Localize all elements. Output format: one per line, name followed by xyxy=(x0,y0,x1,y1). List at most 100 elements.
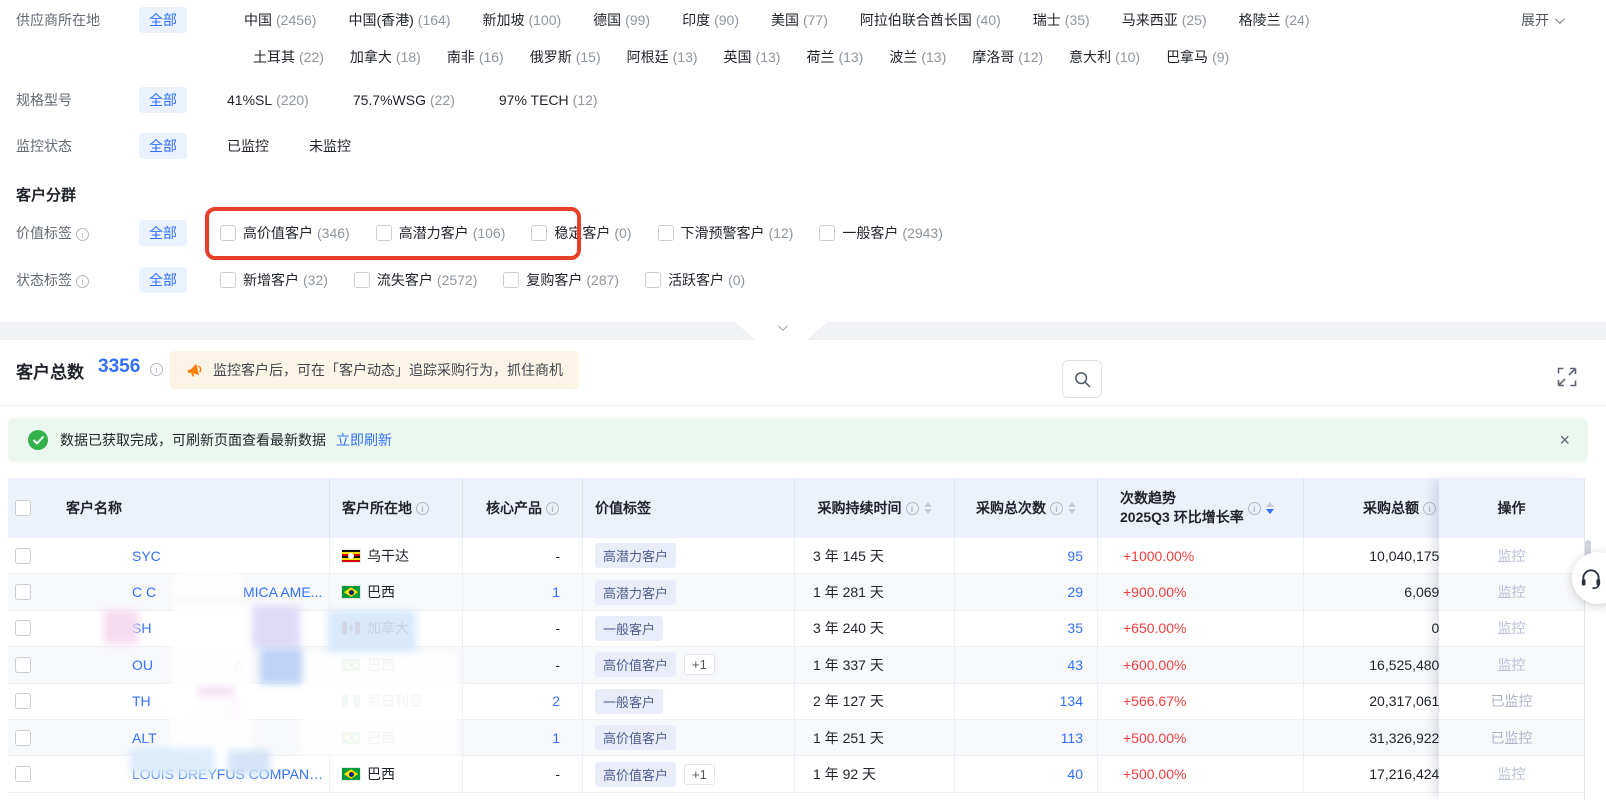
row-checkbox[interactable] xyxy=(15,620,31,636)
filter-option[interactable]: 荷兰(13) xyxy=(806,47,863,67)
filter-option[interactable]: 75.7%WSG(22) xyxy=(353,92,455,108)
row-checkbox[interactable] xyxy=(15,766,31,782)
row-checkbox[interactable] xyxy=(15,657,31,673)
core-products-link[interactable]: 1 xyxy=(462,720,582,755)
purchase-count-link[interactable]: 113 xyxy=(954,720,1097,755)
checkbox[interactable] xyxy=(376,225,392,241)
filter-option[interactable]: 意大利(10) xyxy=(1069,47,1140,67)
filter-option[interactable]: 97% TECH(12) xyxy=(499,92,598,108)
info-icon[interactable] xyxy=(1248,502,1261,515)
col-header-value-tag[interactable]: 价值标签 xyxy=(582,478,794,538)
row-checkbox[interactable] xyxy=(15,584,31,600)
tag-filter-option[interactable]: 流失客户(2572) xyxy=(354,270,477,290)
filter-option[interactable]: 英国(13) xyxy=(724,47,781,67)
search-button[interactable] xyxy=(1062,360,1102,398)
sort-icon-active[interactable] xyxy=(1266,502,1274,514)
purchase-count-link[interactable]: 134 xyxy=(954,684,1097,719)
col-header-name[interactable]: 客户名称 xyxy=(44,478,329,538)
col-header-trend[interactable]: 次数趋势2025Q3 环比增长率 xyxy=(1097,478,1303,538)
filter-option[interactable]: 新加坡(100) xyxy=(482,10,561,30)
fullscreen-icon[interactable] xyxy=(1556,366,1580,390)
monitor-button[interactable]: 监控 xyxy=(1498,764,1526,784)
tag-filter-option[interactable]: 下滑预警客户(12) xyxy=(658,223,794,243)
col-header-location[interactable]: 客户所在地 xyxy=(329,478,462,538)
filter-all-chip[interactable]: 全部 xyxy=(139,87,187,113)
refresh-now-link[interactable]: 立即刷新 xyxy=(336,430,392,450)
checkbox[interactable] xyxy=(503,272,519,288)
filter-option[interactable]: 印度(90) xyxy=(682,10,739,30)
info-icon[interactable] xyxy=(416,502,429,515)
customer-name-link[interactable]: SYC xyxy=(132,548,161,564)
tag-filter-option[interactable]: 新增客户(32) xyxy=(220,270,328,290)
info-icon[interactable] xyxy=(906,502,919,515)
checkbox[interactable] xyxy=(658,225,674,241)
monitor-button[interactable]: 监控 xyxy=(1498,618,1526,638)
col-header-core[interactable]: 核心产品 xyxy=(462,478,582,538)
customer-name-link[interactable]: ALT xyxy=(132,730,157,746)
expand-filters-button[interactable]: 展开 xyxy=(1521,10,1562,30)
filter-option[interactable]: 俄罗斯(15) xyxy=(530,47,601,67)
row-checkbox[interactable] xyxy=(15,693,31,709)
monitor-button[interactable]: 监控 xyxy=(1498,546,1526,566)
col-header-duration[interactable]: 采购持续时间 xyxy=(794,478,954,538)
filter-option[interactable]: 加拿大(18) xyxy=(350,47,421,67)
info-icon[interactable] xyxy=(1423,502,1436,515)
filter-option[interactable]: 波兰(13) xyxy=(889,47,946,67)
more-tags-chip[interactable]: +1 xyxy=(684,764,715,785)
tag-filter-option[interactable]: 稳定客户(0) xyxy=(531,223,631,243)
filter-option[interactable]: 41%SL(220) xyxy=(227,92,309,108)
purchase-count-link[interactable]: 35 xyxy=(954,611,1097,646)
filter-all-chip[interactable]: 全部 xyxy=(139,220,187,246)
purchase-count-link[interactable]: 95 xyxy=(954,538,1097,573)
info-icon[interactable] xyxy=(546,502,559,515)
select-all-checkbox[interactable] xyxy=(15,500,31,516)
sort-icon[interactable] xyxy=(924,502,932,514)
filter-option[interactable]: 瑞士(35) xyxy=(1033,10,1090,30)
filter-option[interactable]: 中国(香港)(164) xyxy=(348,10,450,30)
filter-all-chip[interactable]: 全部 xyxy=(139,267,187,293)
filter-option[interactable]: 未监控 xyxy=(309,136,351,156)
customer-name-link[interactable]: A xyxy=(234,657,243,673)
customer-name-link[interactable]: SH xyxy=(132,620,151,636)
info-icon[interactable] xyxy=(76,228,89,241)
info-icon[interactable] xyxy=(76,275,89,288)
checkbox[interactable] xyxy=(354,272,370,288)
core-products-link[interactable]: 2 xyxy=(462,684,582,719)
info-icon[interactable] xyxy=(1050,502,1063,515)
customer-name-link[interactable]: C C xyxy=(132,584,156,600)
monitor-button[interactable]: 监控 xyxy=(1498,655,1526,675)
tag-filter-option[interactable]: 一般客户(2943) xyxy=(819,223,942,243)
filter-all-chip[interactable]: 全部 xyxy=(139,133,187,159)
col-header-count[interactable]: 采购总次数 xyxy=(954,478,1097,538)
filter-option[interactable]: 土耳其(22) xyxy=(253,47,324,67)
info-icon[interactable] xyxy=(150,363,163,376)
customer-name-link[interactable]: LOUIS DREYFUS COMPANY BRASIL... xyxy=(132,766,329,782)
filter-option[interactable]: 巴拿马(9) xyxy=(1166,47,1229,67)
purchase-count-link[interactable]: 40 xyxy=(954,756,1097,791)
filter-all-chip[interactable]: 全部 xyxy=(139,7,187,33)
purchase-count-link[interactable]: 29 xyxy=(954,574,1097,609)
filter-option[interactable]: 马来西亚(25) xyxy=(1122,10,1207,30)
more-tags-chip[interactable]: +1 xyxy=(684,654,715,675)
filter-option[interactable]: 阿拉伯联合酋长国(40) xyxy=(860,10,1001,30)
core-products-link[interactable]: 1 xyxy=(462,574,582,609)
checkbox[interactable] xyxy=(220,272,236,288)
tag-filter-option[interactable]: 高潜力客户(106) xyxy=(376,223,506,243)
sort-icon[interactable] xyxy=(1068,502,1076,514)
filter-option[interactable]: 已监控 xyxy=(227,136,269,156)
collapse-filters-tab[interactable] xyxy=(735,322,827,340)
row-checkbox[interactable] xyxy=(15,730,31,746)
tag-filter-option[interactable]: 活跃客户(0) xyxy=(645,270,745,290)
filter-option[interactable]: 美国(77) xyxy=(771,10,828,30)
filter-option[interactable]: 阿根廷(13) xyxy=(627,47,698,67)
checkbox[interactable] xyxy=(645,272,661,288)
purchase-count-link[interactable]: 43 xyxy=(954,647,1097,682)
customer-name-link[interactable]: TH xyxy=(132,693,151,709)
checkbox[interactable] xyxy=(819,225,835,241)
monitor-button[interactable]: 监控 xyxy=(1498,582,1526,602)
checkbox[interactable] xyxy=(531,225,547,241)
table-scrollbar-track[interactable] xyxy=(1584,478,1590,800)
tag-filter-option[interactable]: 复购客户(287) xyxy=(503,270,619,290)
customer-name-link[interactable]: MICA AME... xyxy=(243,584,322,600)
filter-option[interactable]: 摩洛哥(12) xyxy=(972,47,1043,67)
